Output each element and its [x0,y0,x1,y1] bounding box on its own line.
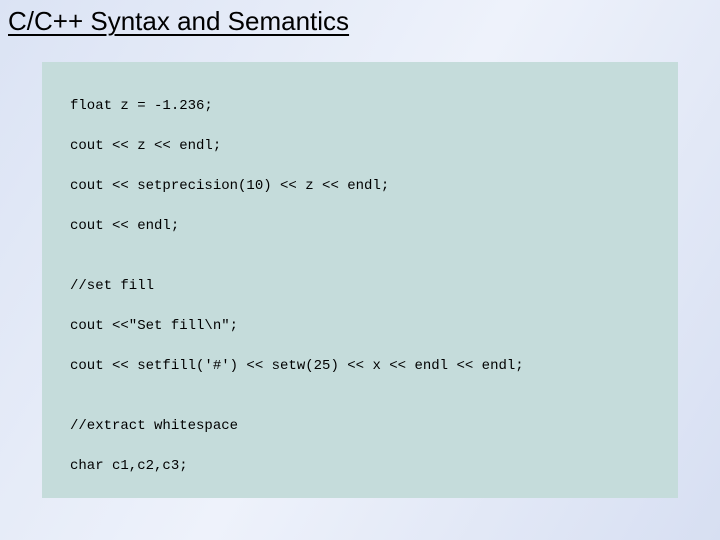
code-line: cout << z << endl; [70,136,672,156]
code-line: cout << endl; [70,216,672,236]
slide: C/C++ Syntax and Semantics float z = -1.… [0,0,720,540]
code-line: float z = -1.236; [70,96,672,116]
code-line: //extract whitespace [70,416,672,436]
code-line: cout <<"Extract white space, enter 3 cha… [70,496,672,498]
code-line: //set fill [70,276,672,296]
code-block: float z = -1.236; cout << z << endl; cou… [42,62,678,498]
code-line: cout <<"Set fill\n"; [70,316,672,336]
code-line: cout << setprecision(10) << z << endl; [70,176,672,196]
slide-title: C/C++ Syntax and Semantics [8,6,349,37]
code-line: cout << setfill('#') << setw(25) << x <<… [70,356,672,376]
code-line: char c1,c2,c3; [70,456,672,476]
